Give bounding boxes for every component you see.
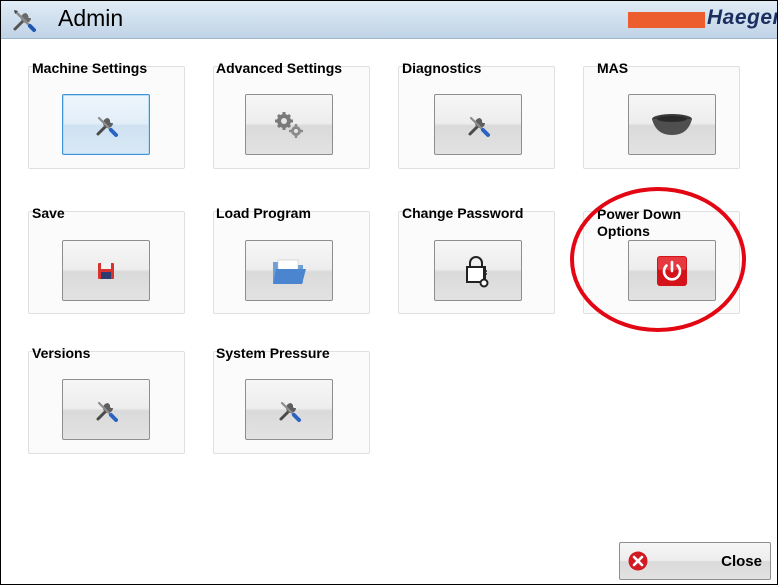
machine-settings-label: Machine Settings <box>32 60 148 76</box>
gears-icon <box>275 111 303 138</box>
versions-label: Versions <box>32 345 91 361</box>
tools-icon <box>96 401 118 422</box>
brand-logo-bar <box>628 12 705 28</box>
power-down-options-button[interactable] <box>628 240 716 301</box>
power-down-label-line2: Options <box>597 223 650 239</box>
versions-button[interactable] <box>62 379 150 440</box>
tools-icon <box>468 116 490 137</box>
tools-icon <box>279 401 301 422</box>
system-pressure-button[interactable] <box>245 379 333 440</box>
save-label: Save <box>32 205 65 221</box>
close-button[interactable]: Close <box>619 542 771 580</box>
load-program-label: Load Program <box>216 205 311 221</box>
floppy-disk-icon <box>98 262 114 279</box>
brand-logo: Haeger <box>707 6 778 29</box>
bowl-icon <box>652 113 692 135</box>
close-label: Close <box>721 553 762 570</box>
close-x-icon <box>628 551 648 571</box>
change-password-button[interactable] <box>434 240 522 301</box>
tools-icon <box>96 116 118 137</box>
change-password-label: Change Password <box>402 205 524 221</box>
admin-window: Admin Haeger Machine Settings Advanced S… <box>0 0 778 585</box>
advanced-settings-button[interactable] <box>245 94 333 155</box>
mas-label: MAS <box>597 60 629 76</box>
folder-icon <box>273 259 306 284</box>
system-pressure-label: System Pressure <box>216 345 330 361</box>
title-bar: Admin Haeger <box>1 1 777 39</box>
power-down-label-line1: Power Down <box>597 206 682 222</box>
lock-key-icon <box>466 255 489 287</box>
machine-settings-button[interactable] <box>62 94 150 155</box>
power-icon <box>657 255 687 286</box>
advanced-settings-label: Advanced Settings <box>216 60 343 76</box>
mas-button[interactable] <box>628 94 716 155</box>
window-title: Admin <box>58 5 124 31</box>
tools-icon <box>13 10 36 32</box>
diagnostics-label: Diagnostics <box>402 60 482 76</box>
load-program-button[interactable] <box>245 240 333 301</box>
save-button[interactable] <box>62 240 150 301</box>
diagnostics-button[interactable] <box>434 94 522 155</box>
